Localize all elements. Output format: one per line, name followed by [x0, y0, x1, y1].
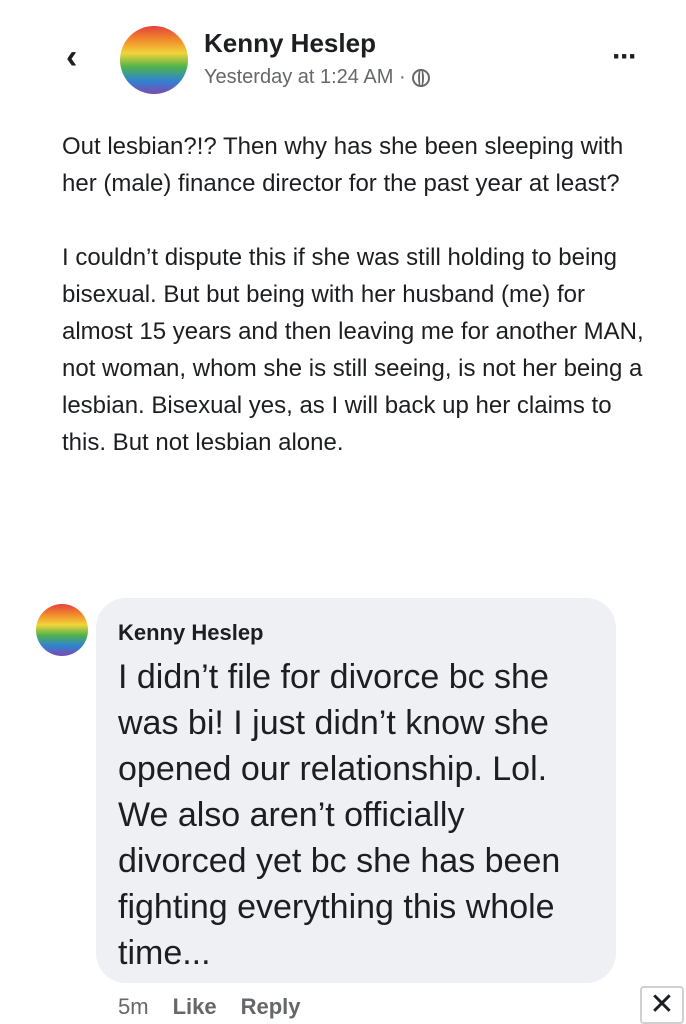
- comment-text: I didn’t file for divorce bc she was bi!…: [118, 658, 561, 972]
- comment-avatar[interactable]: [36, 604, 88, 656]
- comment-author[interactable]: Kenny Heslep: [118, 620, 592, 646]
- comment-actions: 5m Like Reply: [118, 994, 301, 1020]
- post-meta: Yesterday at 1:24 AM ·: [204, 66, 430, 89]
- post-paragraph: Out lesbian?!? Then why has she been sle…: [62, 133, 624, 197]
- author-name[interactable]: Kenny Heslep: [204, 28, 376, 59]
- reply-button[interactable]: Reply: [241, 994, 301, 1020]
- post-body: Out lesbian?!? Then why has she been sle…: [62, 128, 652, 498]
- globe-icon: [411, 68, 430, 87]
- like-button[interactable]: Like: [173, 994, 217, 1020]
- comment-time: 5m: [118, 994, 149, 1019]
- avatar[interactable]: [120, 26, 188, 94]
- back-icon[interactable]: ‹: [66, 40, 77, 74]
- post-paragraph: I couldn’t dispute this if she was still…: [62, 244, 644, 456]
- close-icon[interactable]: ✕: [640, 986, 684, 1024]
- timestamp[interactable]: Yesterday at 1:24 AM ·: [204, 66, 406, 89]
- post-header: ‹ Kenny Heslep Yesterday at 1:24 AM · ··…: [0, 0, 686, 110]
- comment-bubble: Kenny Heslep I didn’t file for divorce b…: [96, 598, 616, 983]
- more-options-icon[interactable]: ···: [612, 40, 638, 74]
